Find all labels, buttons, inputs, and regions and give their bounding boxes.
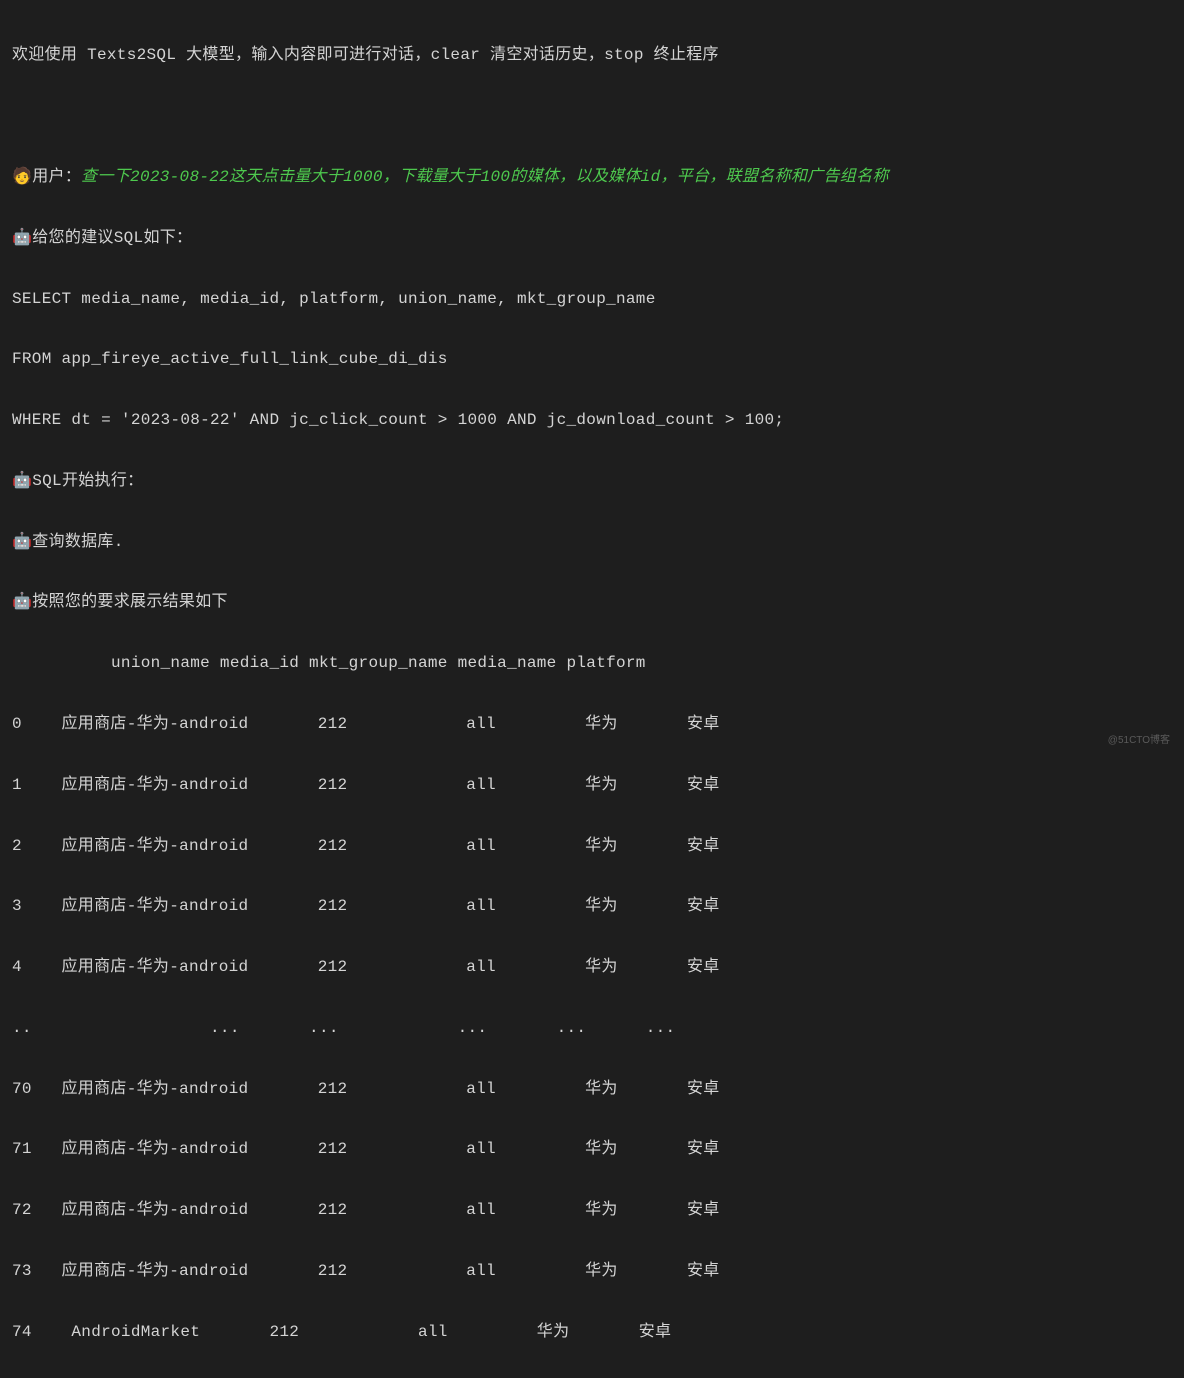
table-row: 0 应用商店-华为-android 212 all 华为 安卓: [12, 709, 1172, 739]
bot-emoji: 🤖: [12, 593, 32, 611]
table-row: 4 应用商店-华为-android 212 all 华为 安卓: [12, 952, 1172, 982]
sql-exec-text: SQL开始执行：: [32, 472, 143, 490]
bot-emoji: 🤖: [12, 533, 32, 551]
show-result-text: 按照您的要求展示结果如下: [32, 593, 228, 611]
watermark: @51CTO博客: [1108, 731, 1170, 750]
table-row: 72 应用商店-华为-android 212 all 华为 安卓: [12, 1195, 1172, 1225]
welcome-message: 欢迎使用 Texts2SQL 大模型，输入内容即可进行对话，clear 清空对话…: [12, 40, 1172, 70]
table-row: 1 应用商店-华为-android 212 all 华为 安卓: [12, 770, 1172, 800]
table-row: 71 应用商店-华为-android 212 all 华为 安卓: [12, 1134, 1172, 1164]
sql-line-3: WHERE dt = '2023-08-22' AND jc_click_cou…: [12, 405, 1172, 435]
user-label: 用户：: [32, 168, 81, 186]
query-db-line: 🤖查询数据库.: [12, 527, 1172, 557]
user-query: 查一下2023-08-22这天点击量大于1000，下载量大于100的媒体，以及媒…: [81, 168, 889, 186]
bot-emoji: 🤖: [12, 229, 32, 247]
sql-suggest-text: 给您的建议SQL如下：: [32, 229, 192, 247]
table-row: 73 应用商店-华为-android 212 all 华为 安卓: [12, 1256, 1172, 1286]
user-prompt-line: 🧑用户：查一下2023-08-22这天点击量大于1000，下载量大于100的媒体…: [12, 162, 1172, 192]
table-row: 2 应用商店-华为-android 212 all 华为 安卓: [12, 831, 1172, 861]
table-row: 70 应用商店-华为-android 212 all 华为 安卓: [12, 1074, 1172, 1104]
sql-suggest-line: 🤖给您的建议SQL如下：: [12, 223, 1172, 253]
query-db-text: 查询数据库.: [32, 533, 123, 551]
show-result-line: 🤖按照您的要求展示结果如下: [12, 587, 1172, 617]
bot-emoji: 🤖: [12, 472, 32, 490]
terminal-output: 欢迎使用 Texts2SQL 大模型，输入内容即可进行对话，clear 清空对话…: [12, 10, 1172, 1378]
sql-line-1: SELECT media_name, media_id, platform, u…: [12, 284, 1172, 314]
sql-line-2: FROM app_fireye_active_full_link_cube_di…: [12, 344, 1172, 374]
sql-exec-line: 🤖SQL开始执行：: [12, 466, 1172, 496]
user-emoji: 🧑: [12, 168, 32, 186]
table-row: 74 AndroidMarket 212 all 华为 安卓: [12, 1317, 1172, 1347]
table-header: union_name media_id mkt_group_name media…: [12, 648, 1172, 678]
blank-line: [12, 101, 1172, 131]
table-row: 3 应用商店-华为-android 212 all 华为 安卓: [12, 891, 1172, 921]
table-row-ellipsis: .. ... ... ... ... ...: [12, 1013, 1172, 1043]
